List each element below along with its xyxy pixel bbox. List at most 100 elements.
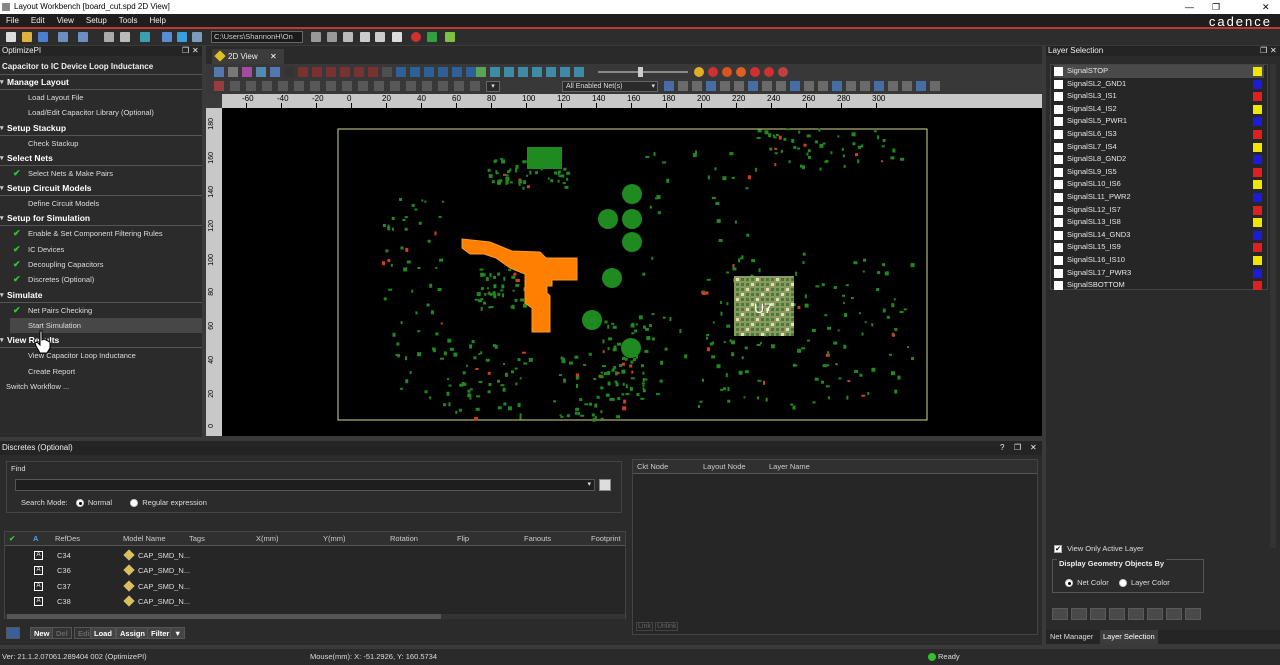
section-simulate[interactable]: Simulate <box>0 288 202 303</box>
col-layout-node[interactable]: Layout Node <box>703 460 746 474</box>
close-icon[interactable]: ✕ <box>192 46 199 56</box>
layer-visibility-icon[interactable] <box>1054 104 1063 114</box>
view-tool-icon[interactable] <box>230 81 240 91</box>
view-tool-icon[interactable] <box>214 81 224 91</box>
view-tool-icon[interactable] <box>326 67 336 77</box>
col-footprint[interactable]: Footprint <box>591 532 621 546</box>
table-row[interactable]: A C37 CAP_SMD_N... <box>5 579 619 594</box>
net-filter-dropdown[interactable]: All Enabled Net(s) ▾ <box>562 81 658 92</box>
layer-tool-icon[interactable] <box>1147 608 1163 620</box>
table-row[interactable]: A C34 CAP_SMD_N... <box>5 548 619 563</box>
float-icon[interactable]: ❐ <box>1014 441 1021 455</box>
view-tool-icon[interactable] <box>476 67 486 77</box>
record-icon[interactable] <box>411 32 421 42</box>
view-tool-icon[interactable] <box>438 81 448 91</box>
layer-color-swatch[interactable] <box>1253 142 1262 152</box>
copy-icon[interactable] <box>375 32 385 42</box>
switch-workflow-link[interactable]: Switch Workflow ... <box>0 379 202 394</box>
view-tool-icon[interactable] <box>262 81 272 91</box>
step-ic-devices[interactable]: ✔ IC Devices <box>0 242 202 257</box>
step-check-stackup[interactable]: Check Stackup <box>0 136 202 151</box>
col-ckt-node[interactable]: Ckt Node <box>637 460 668 474</box>
button-load[interactable]: Load <box>90 627 116 639</box>
redo-icon[interactable] <box>78 32 88 42</box>
horizontal-scrollbar[interactable] <box>5 614 625 619</box>
maximize-icon[interactable]: ❐ <box>1212 0 1220 14</box>
view-tool-icon[interactable] <box>310 81 320 91</box>
layer-color-swatch[interactable] <box>1253 92 1262 102</box>
view-tool-icon[interactable] <box>750 67 760 77</box>
view-tool-icon[interactable] <box>916 81 926 91</box>
view-tool-icon[interactable] <box>454 81 464 91</box>
normal-radio[interactable] <box>75 499 84 508</box>
section-view-results[interactable]: View Results <box>0 333 202 349</box>
view-tool-icon[interactable] <box>396 67 406 77</box>
view-tool-icon[interactable] <box>424 67 434 77</box>
link-button[interactable]: Link <box>636 622 653 631</box>
run-icon[interactable] <box>177 32 187 42</box>
help-icon[interactable]: ? <box>1000 441 1004 455</box>
tool-icon[interactable] <box>343 32 353 42</box>
layer-color-swatch[interactable] <box>1253 104 1262 114</box>
layer-tool-icon[interactable] <box>1166 608 1182 620</box>
layer-visibility-icon[interactable] <box>1054 130 1063 139</box>
pause-icon[interactable] <box>162 32 172 42</box>
regex-radio[interactable] <box>130 499 139 508</box>
layer-color-swatch[interactable] <box>1253 67 1262 76</box>
layer-row[interactable]: SignalSL17_PWR3 <box>1054 267 1264 280</box>
view-tool-icon[interactable] <box>692 81 702 91</box>
view-tool-icon[interactable] <box>736 67 746 77</box>
view-tool-icon[interactable] <box>242 67 252 77</box>
export-icon[interactable] <box>445 32 455 42</box>
layer-row[interactable]: SignalSL16_IS10 <box>1054 254 1264 267</box>
view-tool-icon[interactable] <box>720 81 730 91</box>
col-layer-name[interactable]: Layer Name <box>769 460 810 474</box>
view-tool-icon[interactable] <box>902 81 912 91</box>
layer-visibility-icon[interactable] <box>1054 155 1063 165</box>
view-tool-icon[interactable] <box>706 81 716 91</box>
col-fanouts[interactable]: Fanouts <box>524 532 551 546</box>
view-tool-icon[interactable] <box>406 81 416 91</box>
layer-visibility-icon[interactable] <box>1054 142 1063 152</box>
layer-row[interactable]: SignalSL7_IS4 <box>1054 141 1264 154</box>
view-tool-icon[interactable] <box>560 67 570 77</box>
view-tool-icon[interactable] <box>574 67 584 77</box>
view-tool-icon[interactable] <box>546 67 556 77</box>
button-del[interactable]: Del <box>52 627 72 639</box>
view-tool-icon[interactable] <box>410 67 420 77</box>
layer-tool-icon[interactable] <box>1071 608 1087 620</box>
menu-help[interactable]: Help <box>143 14 171 28</box>
layer-visibility-icon[interactable] <box>1054 167 1063 177</box>
view-tool-icon[interactable] <box>246 81 256 91</box>
menu-tools[interactable]: Tools <box>113 14 144 28</box>
layer-tool-icon[interactable] <box>1052 608 1068 620</box>
view-tool-icon[interactable] <box>832 81 842 91</box>
step-select-nets[interactable]: ✔ Select Nets & Make Pairs <box>0 166 202 181</box>
folder-icon[interactable] <box>140 32 150 42</box>
unlink-button[interactable]: Unlink <box>655 622 679 631</box>
layer-color-swatch[interactable] <box>1253 180 1262 190</box>
view-tool-icon[interactable] <box>340 67 350 77</box>
menu-file[interactable]: File <box>0 14 25 28</box>
view-only-active-checkbox[interactable]: ✔ <box>1054 545 1062 554</box>
tab-layer-selection[interactable]: Layer Selection <box>1100 630 1158 644</box>
layer-color-swatch[interactable] <box>1253 268 1262 278</box>
view-tool-icon[interactable] <box>326 81 336 91</box>
view-tool-icon[interactable] <box>228 67 238 77</box>
layer-tool-icon[interactable] <box>1109 608 1125 620</box>
layer-row[interactable]: SignalSL9_IS5 <box>1054 166 1264 179</box>
view-tool-icon[interactable] <box>214 67 224 77</box>
layer-visibility-icon[interactable] <box>1054 92 1063 102</box>
view-tool-icon[interactable] <box>368 67 378 77</box>
new-file-icon[interactable] <box>6 32 16 42</box>
layer-row[interactable]: SignalSL10_IS6 <box>1054 178 1264 191</box>
section-select-nets[interactable]: Select Nets <box>0 151 202 166</box>
layer-row[interactable]: SignalSL15_IS9 <box>1054 241 1264 254</box>
col-tags[interactable]: Tags <box>189 532 205 546</box>
close-icon[interactable]: ✕ <box>1270 46 1277 56</box>
float-icon[interactable]: ❐ <box>1260 46 1267 56</box>
layer-row[interactable]: SignalSL14_GND3 <box>1054 229 1264 242</box>
board-layout[interactable]: U7 <box>222 108 1042 436</box>
view-tool-icon[interactable] <box>764 67 774 77</box>
layer-color-swatch[interactable] <box>1253 155 1262 165</box>
